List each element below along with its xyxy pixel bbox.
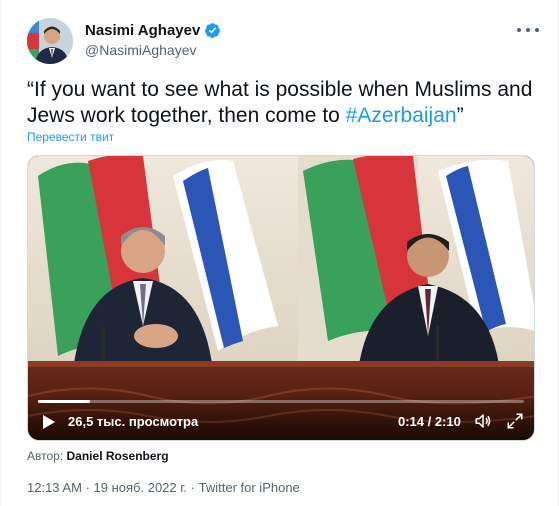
tweet-header: Nasimi Aghayev @NasimiAghayev bbox=[27, 18, 547, 64]
display-name[interactable]: Nasimi Aghayev bbox=[85, 22, 200, 39]
translate-tweet-link[interactable]: Перевести твит bbox=[27, 130, 114, 144]
tweet-text: “If you want to see what is possible whe… bbox=[27, 77, 537, 129]
user-handle[interactable]: @NasimiAghayev bbox=[85, 42, 221, 58]
verified-badge-icon bbox=[205, 23, 221, 38]
play-icon[interactable] bbox=[42, 414, 56, 430]
tweet-card: Nasimi Aghayev @NasimiAghayev “If you wa… bbox=[0, 0, 559, 506]
progress-fill bbox=[38, 400, 91, 403]
display-name-row: Nasimi Aghayev bbox=[85, 22, 221, 39]
dot bbox=[526, 28, 530, 32]
separator: · bbox=[190, 480, 195, 495]
user-names: Nasimi Aghayev @NasimiAghayev bbox=[85, 22, 221, 58]
video-time: 0:14 / 2:10 bbox=[398, 414, 461, 429]
tweet-time-link[interactable]: 12:13 AM bbox=[27, 480, 82, 495]
more-options-icon[interactable] bbox=[517, 24, 539, 36]
dot bbox=[535, 28, 539, 32]
author-name-link[interactable]: Daniel Rosenberg bbox=[67, 449, 169, 463]
tweet-metadata: 12:13 AM · 19 нояб. 2022 г. · Twitter fo… bbox=[27, 480, 300, 495]
video-controls: 26,5 тыс. просмотра 0:14 / 2:10 bbox=[28, 394, 534, 440]
avatar[interactable] bbox=[27, 18, 73, 64]
tweet-source: Twitter for iPhone bbox=[198, 480, 300, 495]
volume-icon[interactable] bbox=[474, 412, 492, 430]
dot bbox=[517, 28, 521, 32]
progress-bar[interactable] bbox=[38, 400, 524, 403]
separator: · bbox=[85, 480, 90, 495]
hashtag-link[interactable]: #Azerbaijan bbox=[346, 104, 457, 127]
tweet-date-link[interactable]: 19 нояб. 2022 г. bbox=[94, 480, 188, 495]
video-player[interactable]: 26,5 тыс. просмотра 0:14 / 2:10 bbox=[27, 155, 535, 441]
author-label: Автор: bbox=[27, 449, 64, 463]
video-author: Автор: Daniel Rosenberg bbox=[27, 449, 169, 463]
view-count: 26,5 тыс. просмотра bbox=[68, 414, 199, 429]
tweet-text-closing: ” bbox=[456, 104, 464, 127]
fullscreen-icon[interactable] bbox=[506, 412, 524, 430]
